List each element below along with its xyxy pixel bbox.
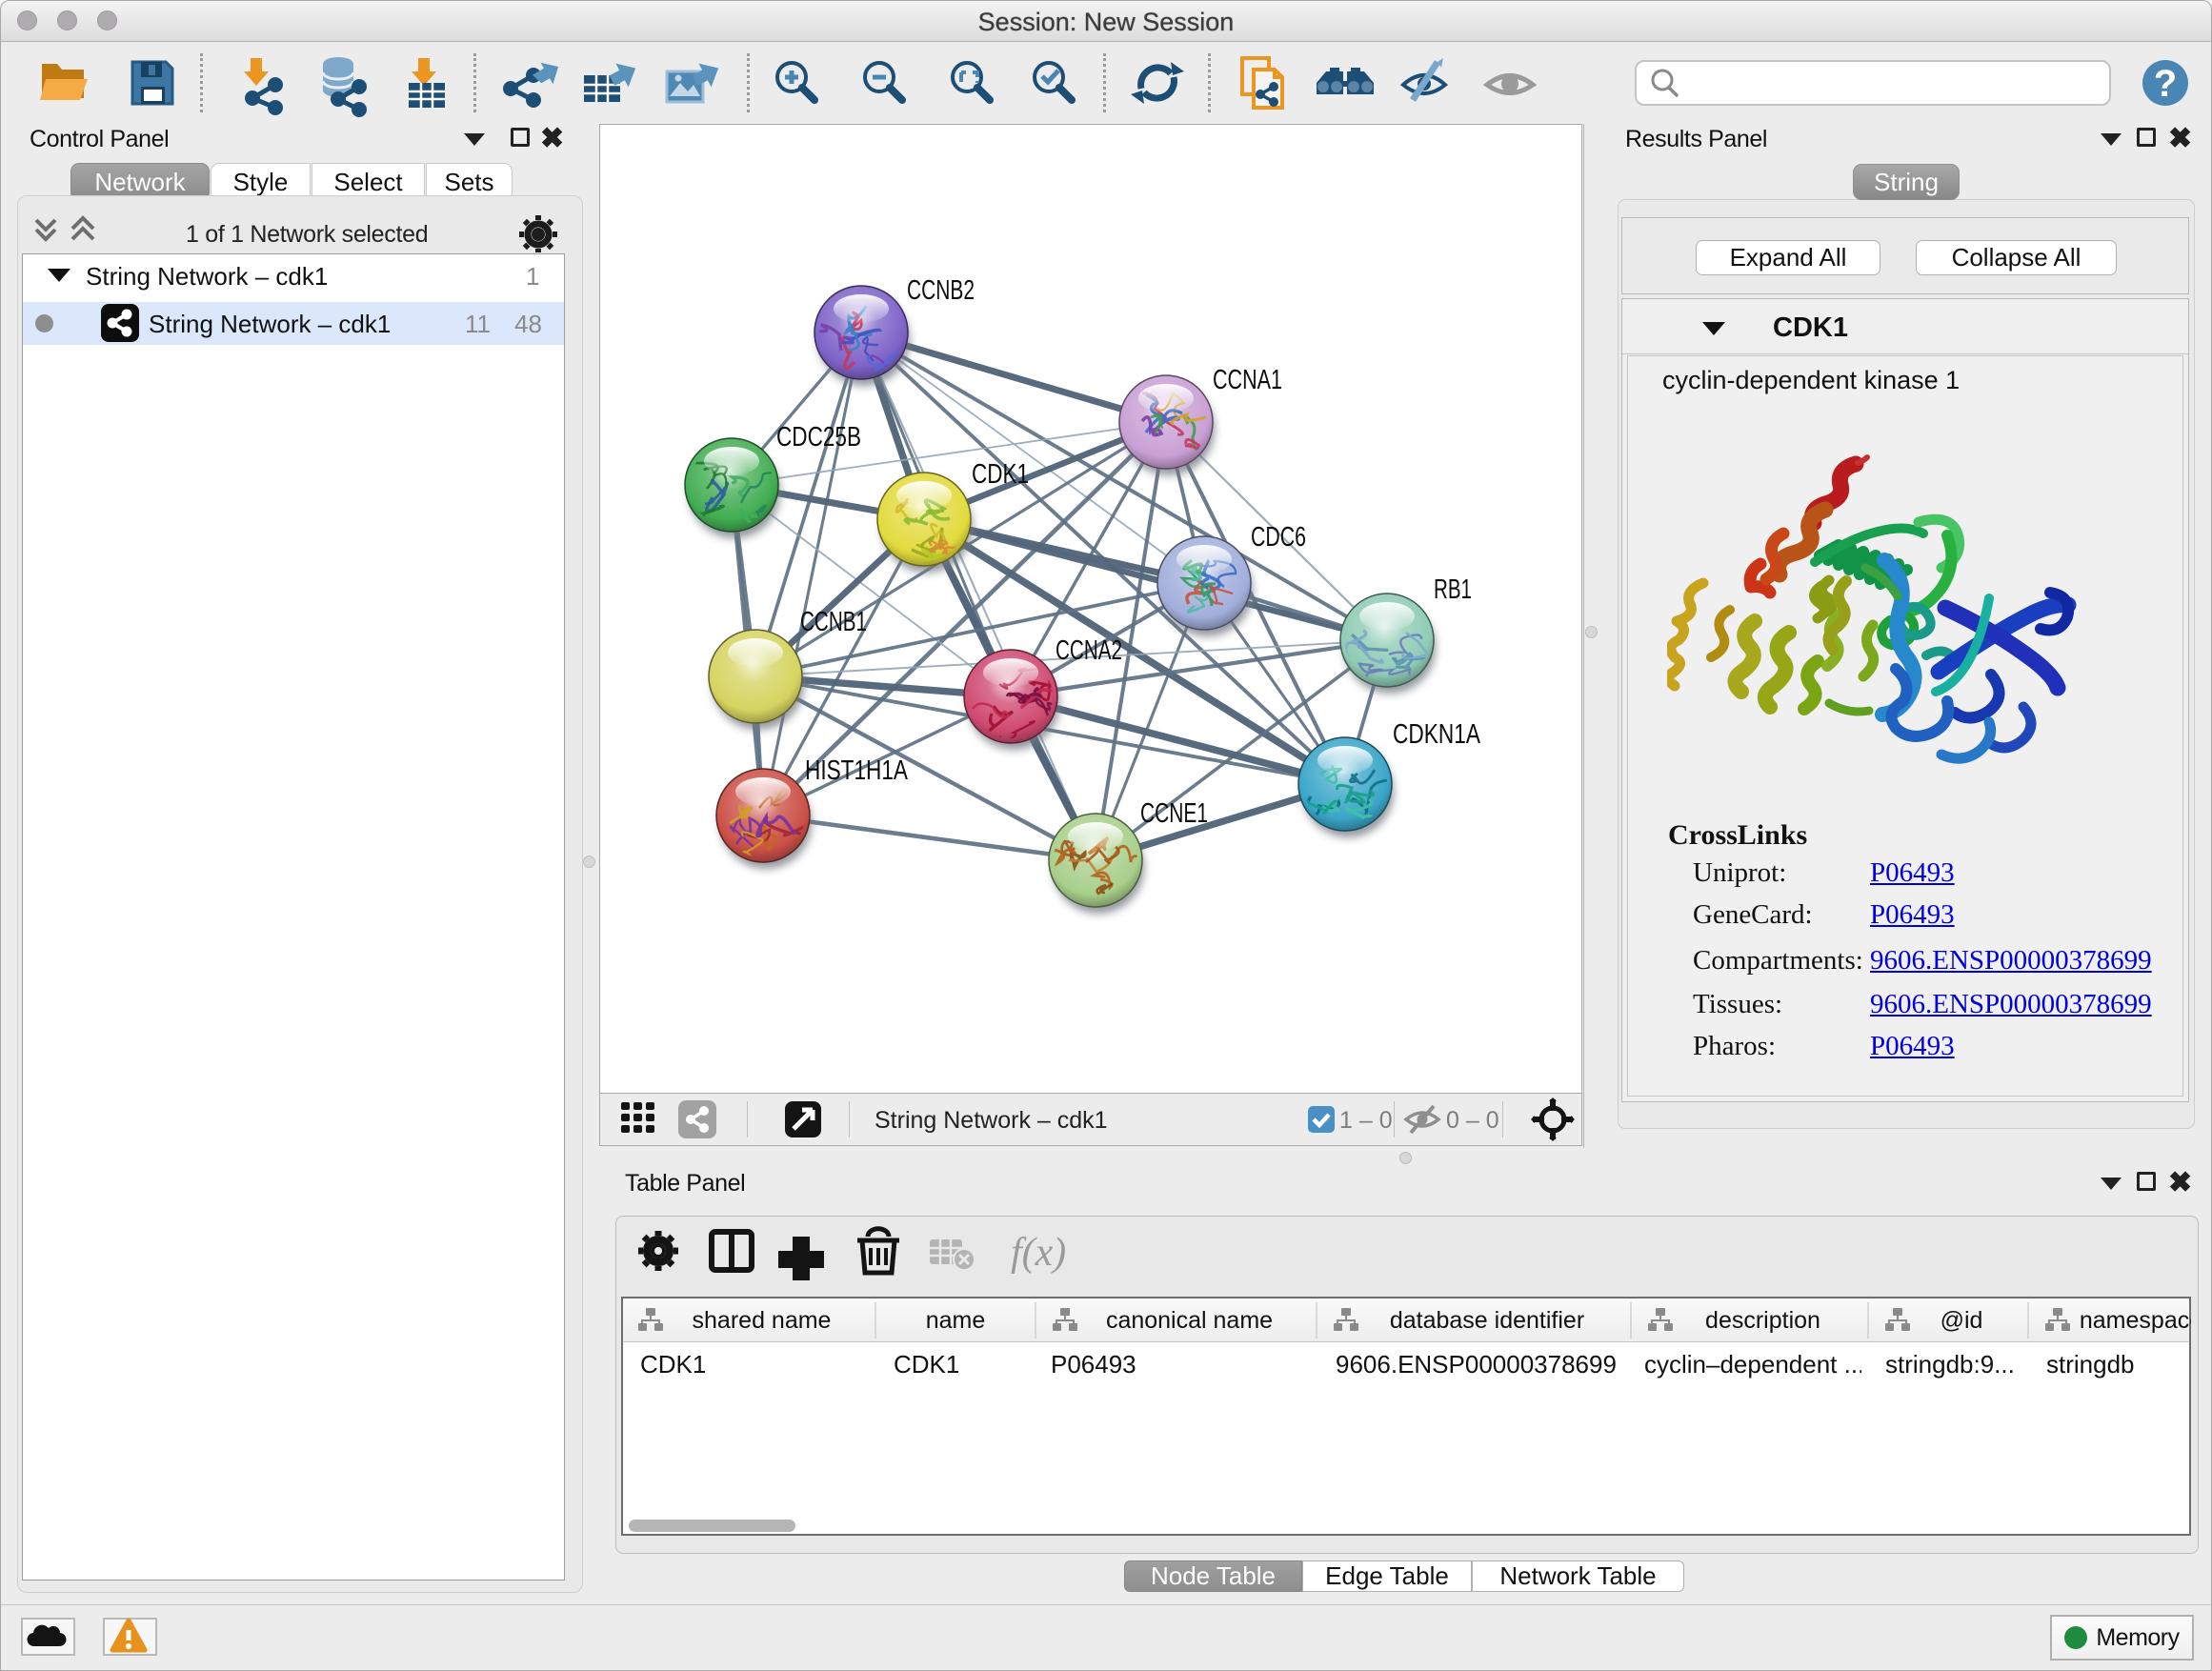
svg-text:@id: @id [1941, 1307, 1983, 1334]
svg-text:canonical name: canonical name [1106, 1307, 1273, 1334]
svg-text:?: ? [2154, 63, 2177, 105]
svg-text:CDK1: CDK1 [972, 459, 1029, 490]
svg-text:CDKN1A: CDKN1A [1393, 719, 1481, 750]
svg-text:CCNB1: CCNB1 [800, 607, 867, 637]
svg-text:RB1: RB1 [1434, 574, 1472, 605]
svg-text:shared name: shared name [693, 1307, 832, 1334]
svg-text:CCNA1: CCNA1 [1213, 365, 1282, 395]
svg-text:namespace: namespace [2080, 1307, 2191, 1334]
svg-text:CCNE1: CCNE1 [1140, 798, 1208, 829]
svg-text:description: description [1705, 1307, 1820, 1334]
svg-text:CDC6: CDC6 [1251, 522, 1306, 553]
svg-text:CCNB2: CCNB2 [907, 275, 975, 306]
svg-text:HIST1H1A: HIST1H1A [805, 755, 909, 786]
svg-text:database identifier: database identifier [1390, 1307, 1584, 1334]
svg-text:name: name [926, 1307, 986, 1334]
svg-text:CCNA2: CCNA2 [1056, 635, 1122, 666]
svg-text:CDC25B: CDC25B [776, 422, 861, 453]
